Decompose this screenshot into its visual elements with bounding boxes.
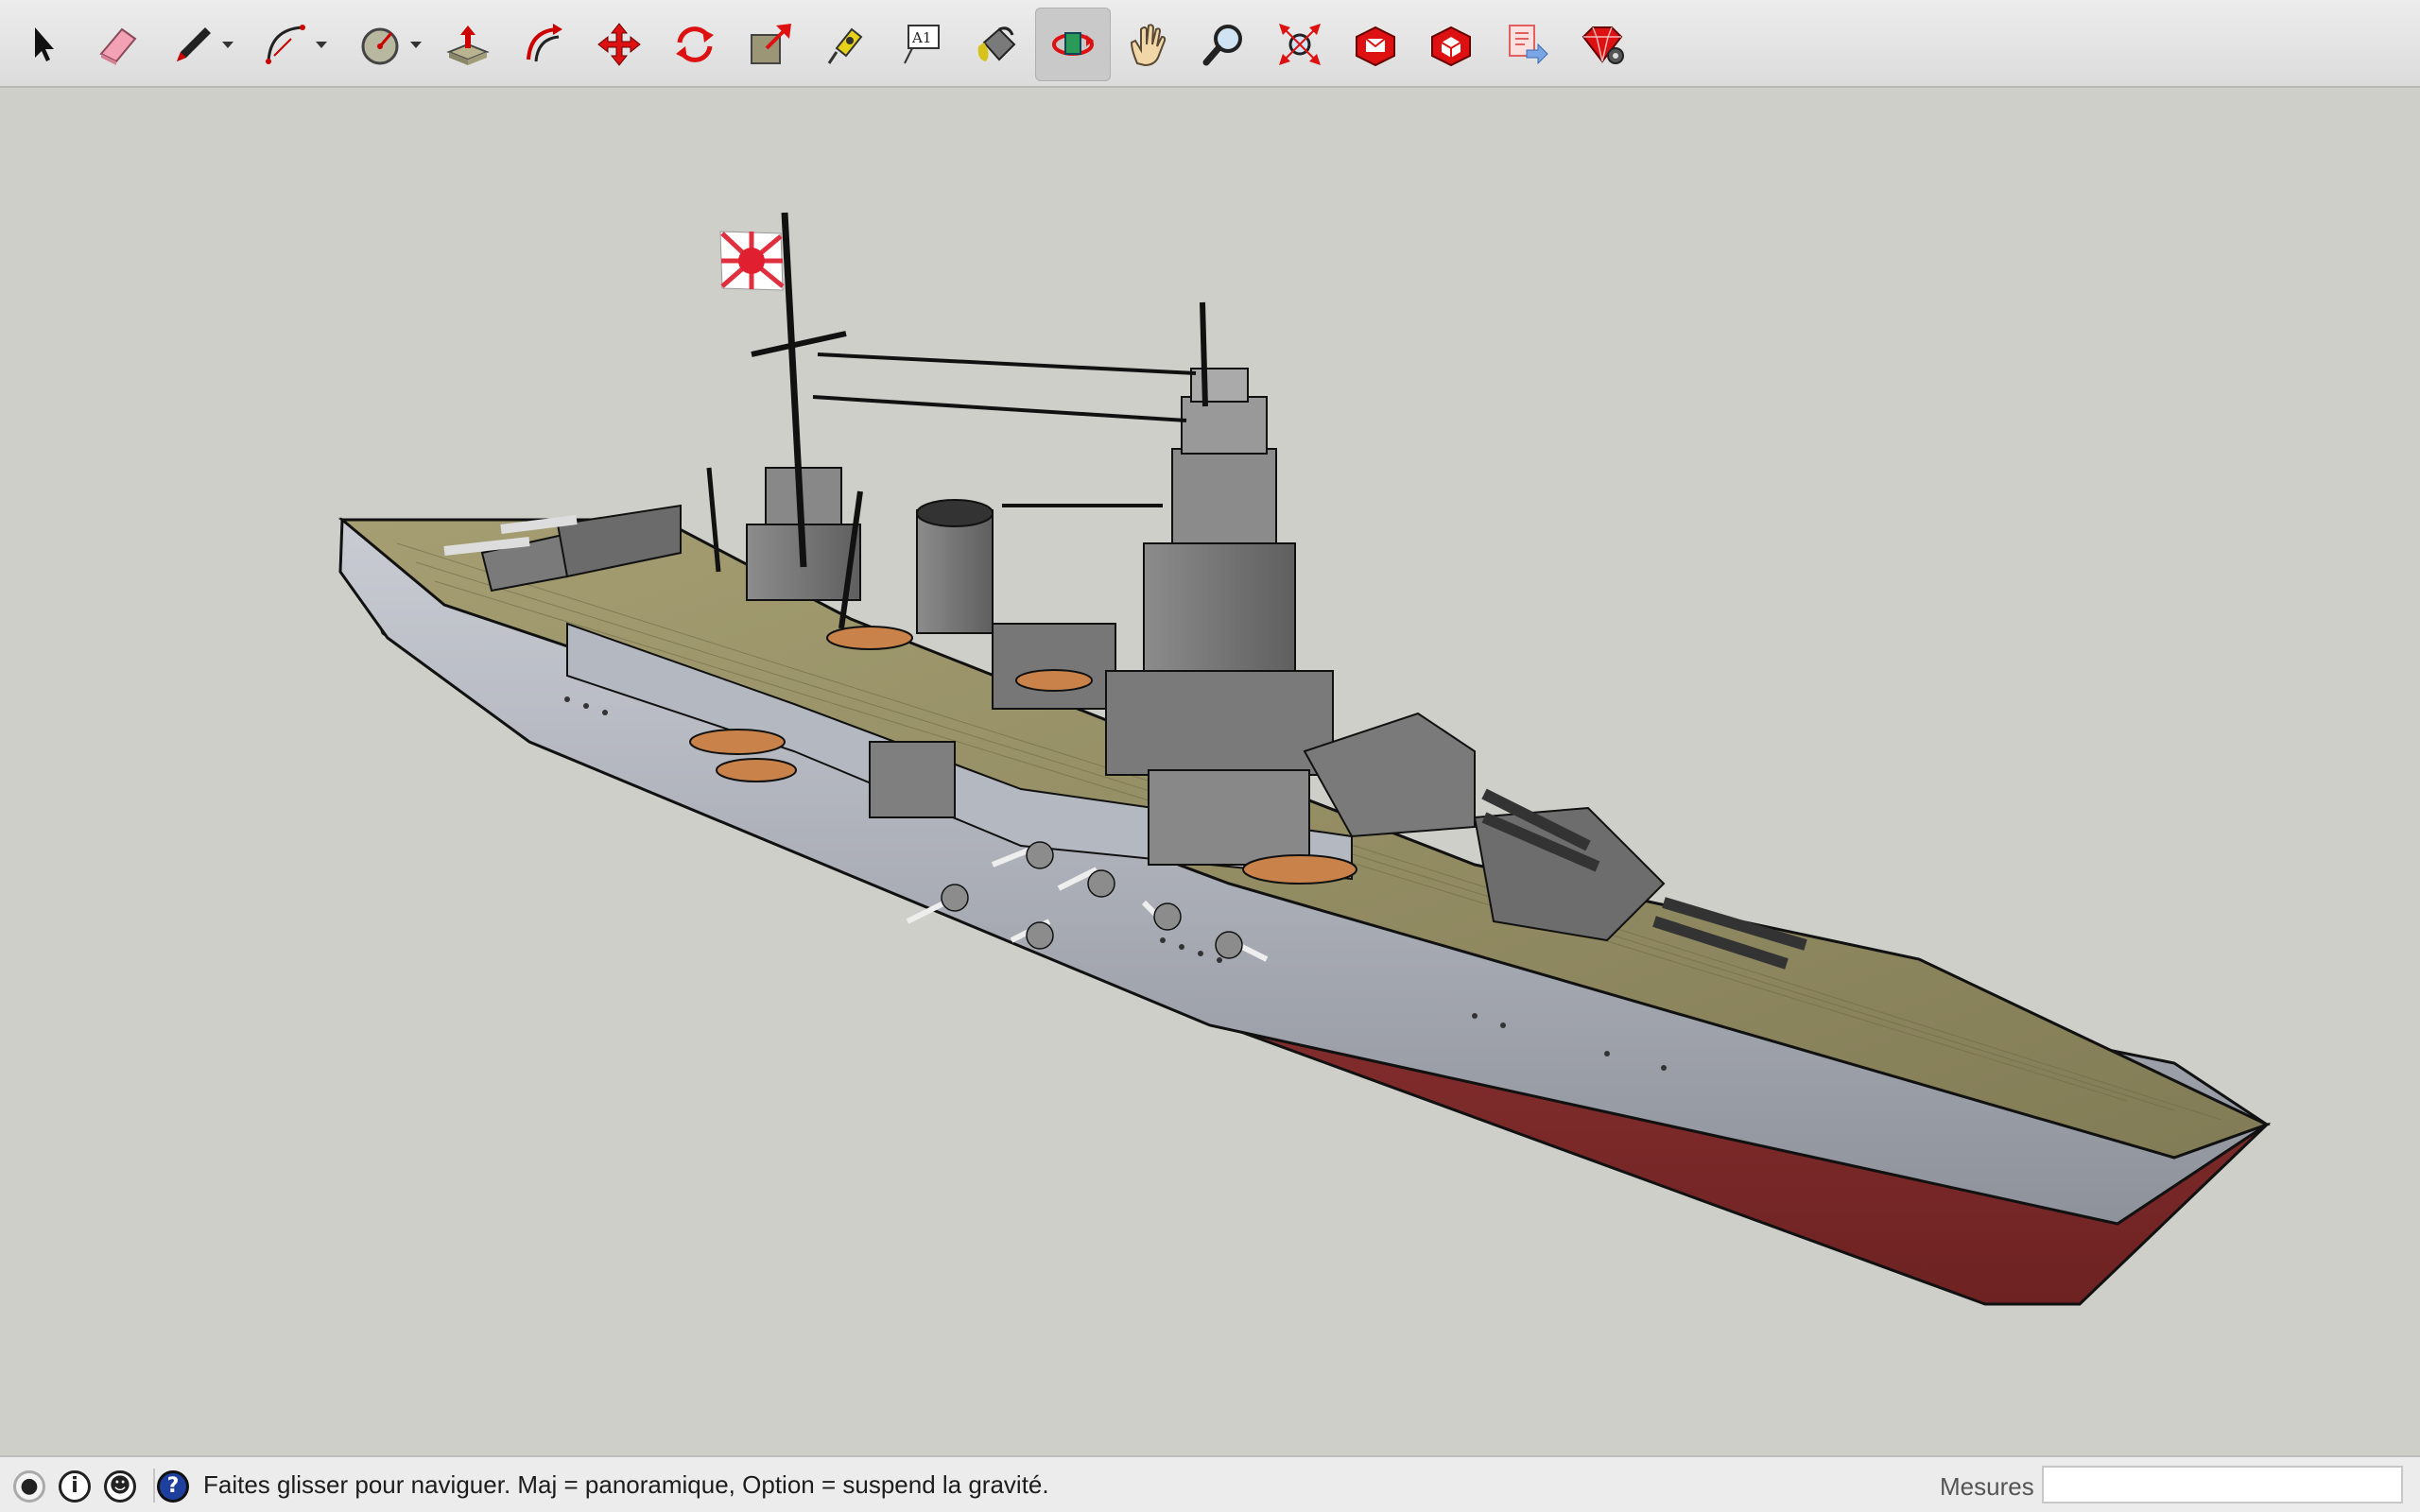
svg-text:A1: A1 <box>911 29 931 46</box>
rotate-icon <box>676 26 714 62</box>
extension-warehouse-tool-button[interactable] <box>1413 8 1489 81</box>
status-bar: ● i ☻ ? Faites glisser pour naviguer. Ma… <box>0 1455 2420 1512</box>
zoom-extents-icon <box>1279 24 1321 65</box>
chevron-down-icon[interactable] <box>410 42 422 48</box>
zoom-tool-button[interactable] <box>1186 8 1262 81</box>
line-tool-button[interactable] <box>156 8 233 81</box>
circle-icon <box>361 27 399 65</box>
status-divider <box>153 1469 155 1503</box>
arc-tool-button[interactable] <box>248 8 327 81</box>
send-to-layout-tool-button[interactable] <box>1489 8 1564 81</box>
text-label-icon: A1 <box>904 25 940 64</box>
arrow-icon <box>35 27 54 61</box>
paint-bucket-icon <box>977 26 1016 61</box>
help-icon[interactable]: ? <box>157 1470 189 1503</box>
main-toolbar: A1 <box>0 0 2420 88</box>
extension-warehouse-icon <box>1431 26 1471 67</box>
offset-tool-button[interactable] <box>506 8 581 81</box>
geo-location-icon[interactable]: ● <box>13 1470 45 1503</box>
orbit-tool-button[interactable] <box>1035 8 1111 81</box>
3d-warehouse-icon <box>1356 26 1395 67</box>
send-to-layout-icon <box>1509 25 1548 65</box>
magnifier-icon <box>1202 25 1242 66</box>
move-arrows-icon <box>597 23 641 66</box>
eraser-tool-button[interactable] <box>80 8 156 81</box>
shapes-tool-button[interactable] <box>342 8 422 81</box>
paint-bucket-tool-button[interactable] <box>959 8 1035 81</box>
hand-icon <box>1130 24 1167 67</box>
text-tool-button[interactable]: A1 <box>884 8 959 81</box>
measurements-input[interactable] <box>2042 1466 2403 1503</box>
push-pull-tool-button[interactable] <box>430 8 506 81</box>
measurements-label: Mesures <box>1940 1472 2034 1501</box>
push-pull-icon <box>446 26 490 65</box>
offset-icon <box>527 24 562 62</box>
eraser-icon <box>99 27 137 65</box>
rotate-tool-button[interactable] <box>657 8 733 81</box>
scale-tool-button[interactable] <box>733 8 808 81</box>
battleship-3d-model[interactable] <box>0 90 2420 1454</box>
user-account-icon[interactable]: ☻ <box>104 1470 136 1503</box>
rising-sun-flag <box>719 231 785 291</box>
pan-tool-button[interactable] <box>1111 8 1186 81</box>
orbit-icon <box>1052 32 1094 56</box>
chevron-down-icon[interactable] <box>316 42 327 48</box>
tape-measure-icon <box>827 27 863 64</box>
move-tool-button[interactable] <box>581 8 657 81</box>
scale-icon <box>751 24 791 64</box>
select-tool-button[interactable] <box>5 8 80 81</box>
extension-manager-tool-button[interactable] <box>1564 8 1640 81</box>
arc-icon <box>266 25 305 64</box>
ruby-gem-icon <box>1582 26 1624 64</box>
tape-measure-tool-button[interactable] <box>808 8 884 81</box>
status-hint-text: Faites glisser pour naviguer. Maj = pano… <box>203 1470 1049 1499</box>
3d-warehouse-tool-button[interactable] <box>1338 8 1413 81</box>
model-viewport[interactable] <box>0 90 2420 1454</box>
chevron-down-icon[interactable] <box>222 42 233 48</box>
pencil-icon <box>177 27 211 61</box>
zoom-extents-tool-button[interactable] <box>1262 8 1338 81</box>
credits-info-icon[interactable]: i <box>59 1470 91 1503</box>
